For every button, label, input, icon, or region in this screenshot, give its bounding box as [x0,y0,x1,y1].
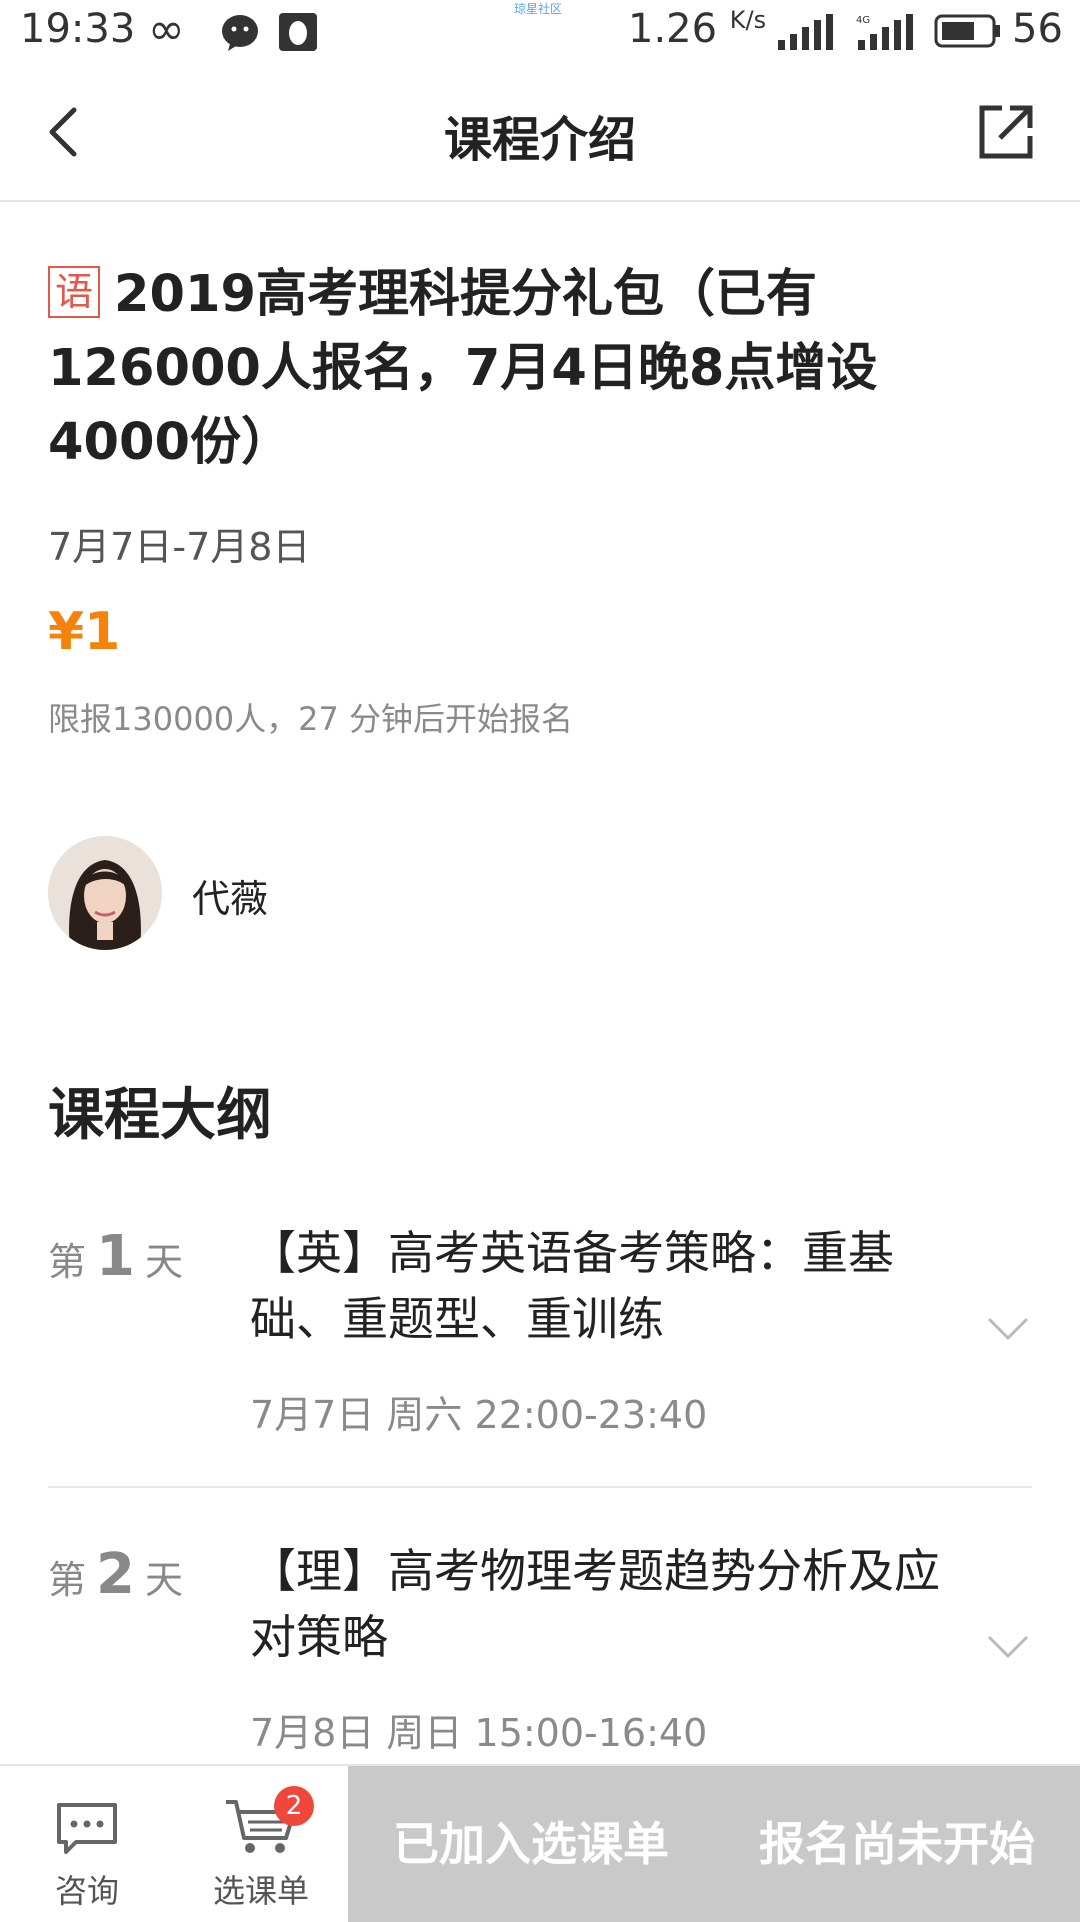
day-number: 1 [96,1224,135,1289]
teacher-name[interactable]: 代薇 [192,868,268,923]
day-suffix: 天 [144,1240,183,1284]
enrollment-limit: 限报130000人，27 分钟后开始报名 [48,700,574,738]
share-icon[interactable] [976,102,1036,162]
added-to-cart-button[interactable]: 已加入选课单 [348,1766,714,1922]
infinity-icon: ∞ [148,4,185,55]
network-label: 琼星社区 [514,2,563,16]
day-number: 2 [96,1542,135,1607]
consult-label: 咨询 [54,1872,119,1910]
course-title: 2019高考理科提分礼包（已有126000人报名，7月4日晚8点增设4000份） [48,265,878,472]
day-suffix: 天 [144,1558,183,1602]
page-title: 课程介绍 [443,112,636,168]
lesson-divider [48,1486,1032,1488]
chat-bubble-icon [222,15,258,51]
teacher-avatar[interactable] [48,836,162,950]
bottom-action-bar: 咨询 选课单 2 已加入选课单 报名尚未开始 [0,1764,1080,1922]
course-dates: 7月7日-7月8日 [48,525,311,569]
svg-text:4G: 4G [856,15,870,26]
subject-tag: 语 [48,266,100,318]
network-speed: 1.26 K/s [628,6,766,52]
lesson-time: 7月8日 周日 15:00-16:40 [250,1711,708,1755]
status-time: 19:33 [20,6,136,52]
cart-count-badge: 2 [274,1786,314,1826]
outline-heading: 课程大纲 [48,1083,272,1148]
chevron-down-icon[interactable] [986,1316,1030,1342]
chevron-down-icon[interactable] [986,1634,1030,1660]
signal-4g-icon: 4G [856,14,913,50]
signal-icon [778,14,833,50]
qq-penguin-icon [279,13,317,51]
consult-button[interactable]: 咨询 [0,1766,174,1922]
chat-icon [57,1803,117,1854]
speed-value: 1.26 [628,6,718,52]
lesson-time: 7月7日 周六 22:00-23:40 [250,1393,708,1437]
signup-not-started-button[interactable]: 报名尚未开始 [714,1766,1080,1922]
speed-unit: K/s [729,6,767,34]
lesson-title[interactable]: 【英】高考英语备考策略：重基础、重题型、重训练 [250,1220,950,1352]
cart-button[interactable]: 选课单 [174,1766,348,1922]
status-bar: 19:33 ∞ 琼星社区 1.26 K/s 4G 56 [0,0,1080,66]
battery-level: 56 [1012,6,1063,52]
day-prefix: 第 [48,1240,87,1284]
cart-label: 选课单 [212,1872,309,1910]
course-title-block: 语 2019高考理科提分礼包（已有126000人报名，7月4日晚8点增设4000份… [48,258,1008,480]
avatar-image [48,836,162,950]
lesson-day-label: 第2天 [48,1542,183,1607]
course-price: ¥1 [48,602,121,662]
lesson-day-label: 第1天 [48,1224,183,1289]
battery-icon [934,14,1000,48]
lesson-title[interactable]: 【理】高考物理考题趋势分析及应对策略 [250,1538,950,1670]
day-prefix: 第 [48,1558,87,1602]
nav-header: 课程介绍 [0,66,1080,202]
